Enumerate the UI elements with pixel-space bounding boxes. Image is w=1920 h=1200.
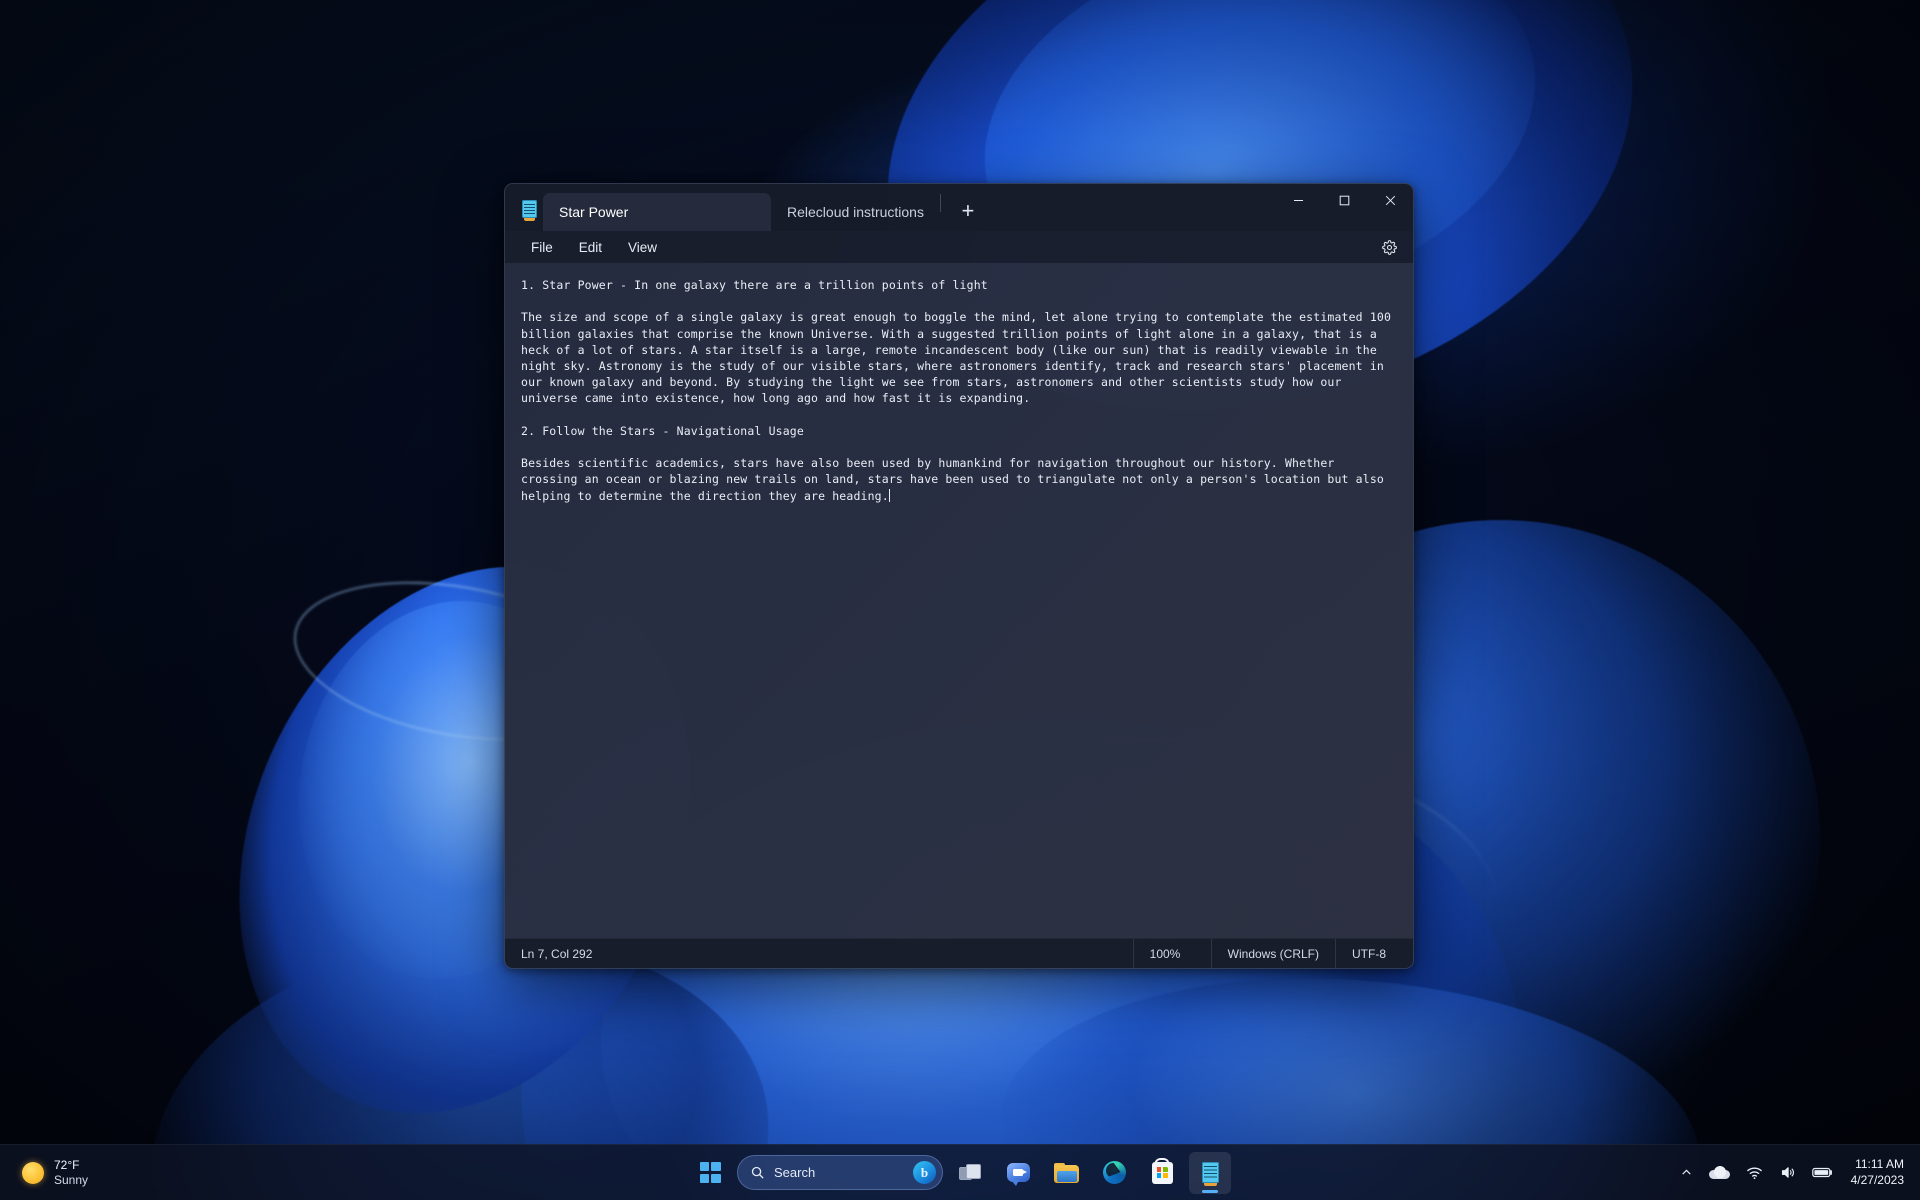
notepad-icon — [515, 189, 543, 229]
window-controls — [1275, 184, 1413, 231]
desktop: Star Power Relecloud instructions + File… — [0, 0, 1920, 1200]
taskbar-center-cluster: Search b — [689, 1151, 1231, 1194]
tab-strip: Star Power Relecloud instructions + — [543, 184, 1275, 231]
taskbar-app-file-explorer[interactable] — [1045, 1152, 1087, 1194]
taskbar: 72°F Sunny Search b 11:11 AM 4/27/2023 — [0, 1144, 1920, 1200]
search-placeholder: Search — [774, 1165, 816, 1180]
clock[interactable]: 11:11 AM 4/27/2023 — [1843, 1157, 1908, 1188]
menu-edit[interactable]: Edit — [567, 236, 614, 259]
windows-logo-icon — [699, 1162, 721, 1183]
tab-star-power[interactable]: Star Power — [543, 193, 771, 231]
system-tray: 11:11 AM 4/27/2023 — [1674, 1145, 1920, 1200]
cursor-position: Ln 7, Col 292 — [521, 946, 593, 961]
speaker-icon[interactable] — [1773, 1158, 1802, 1187]
file-explorer-icon — [1053, 1162, 1079, 1183]
minimize-button[interactable] — [1275, 184, 1321, 217]
clock-time: 11:11 AM — [1855, 1156, 1904, 1171]
chat-icon — [1006, 1163, 1030, 1186]
taskbar-app-microsoft-store[interactable] — [1141, 1152, 1183, 1194]
weather-widget[interactable]: 72°F Sunny — [10, 1154, 100, 1192]
chevron-up-icon[interactable] — [1674, 1159, 1699, 1186]
text-editor[interactable]: 1. Star Power - In one galaxy there are … — [505, 263, 1413, 938]
weather-condition: Sunny — [54, 1172, 89, 1187]
menu-view[interactable]: View — [616, 236, 669, 259]
microsoft-store-icon — [1151, 1161, 1173, 1184]
text-cursor — [888, 488, 890, 502]
zoom-level[interactable]: 100% — [1132, 939, 1211, 968]
close-button[interactable] — [1367, 184, 1413, 217]
bing-icon[interactable]: b — [913, 1161, 936, 1184]
menu-bar: File Edit View — [505, 231, 1413, 263]
start-button[interactable] — [689, 1152, 731, 1194]
tab-label: Star Power — [559, 204, 629, 220]
sun-icon — [22, 1161, 44, 1184]
maximize-button[interactable] — [1321, 184, 1367, 217]
edge-icon — [1102, 1161, 1126, 1184]
notepad-icon — [1201, 1162, 1219, 1186]
taskbar-app-edge[interactable] — [1093, 1152, 1135, 1194]
clock-date: 4/27/2023 — [1850, 1172, 1904, 1187]
document-body: 1. Star Power - In one galaxy there are … — [521, 278, 1392, 503]
search-input[interactable]: Search b — [737, 1155, 943, 1190]
taskbar-app-task-view[interactable] — [949, 1152, 991, 1194]
notepad-window: Star Power Relecloud instructions + File… — [504, 183, 1414, 969]
wifi-icon[interactable] — [1740, 1159, 1769, 1187]
battery-icon[interactable] — [1806, 1159, 1839, 1186]
encoding[interactable]: UTF-8 — [1335, 939, 1413, 968]
search-icon — [751, 1166, 764, 1179]
tab-label: Relecloud instructions — [787, 204, 924, 220]
document-text: 1. Star Power - In one galaxy there are … — [521, 277, 1397, 504]
task-view-icon — [959, 1163, 981, 1182]
gear-icon[interactable] — [1375, 234, 1403, 260]
taskbar-app-chat[interactable] — [997, 1152, 1039, 1194]
title-bar: Star Power Relecloud instructions + — [505, 184, 1413, 231]
tab-relecloud-instructions[interactable]: Relecloud instructions — [771, 193, 940, 231]
cloud-icon[interactable] — [1703, 1159, 1736, 1186]
status-bar: Ln 7, Col 292 100% Windows (CRLF) UTF-8 — [505, 938, 1413, 968]
taskbar-app-notepad[interactable] — [1189, 1151, 1231, 1194]
weather-text: 72°F Sunny — [54, 1158, 88, 1188]
weather-temperature: 72°F — [54, 1157, 80, 1172]
new-tab-button[interactable]: + — [951, 194, 985, 228]
menu-file[interactable]: File — [519, 236, 565, 259]
line-ending[interactable]: Windows (CRLF) — [1210, 939, 1335, 968]
tab-divider — [939, 193, 941, 212]
